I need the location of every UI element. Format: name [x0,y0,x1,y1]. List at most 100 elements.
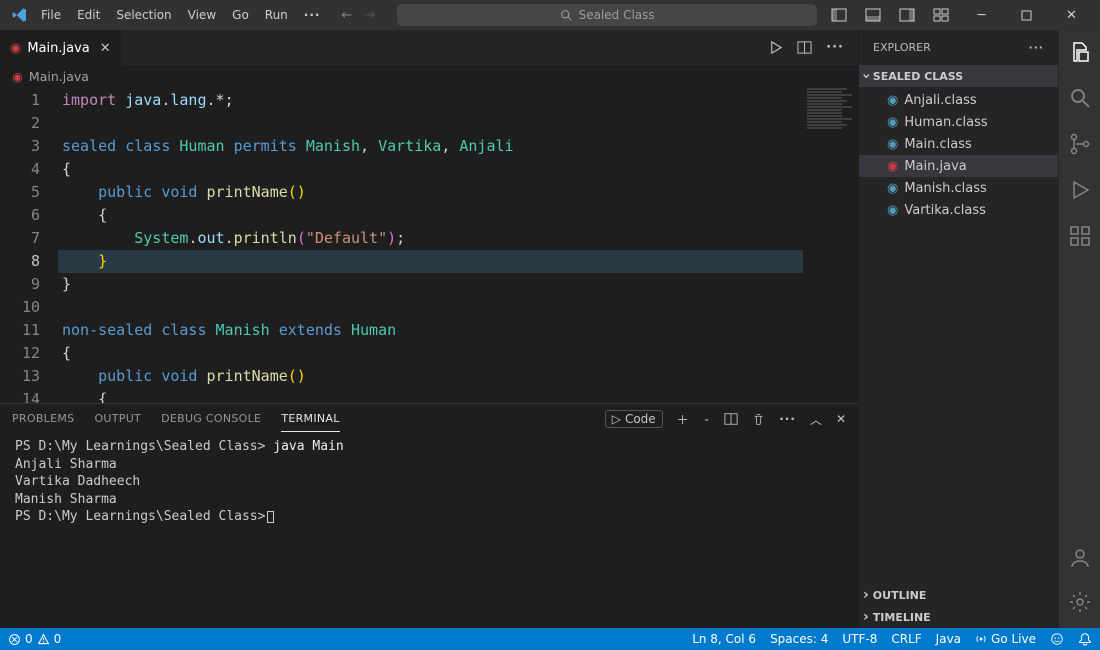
tab-filename: Main.java [27,41,89,56]
panel-tab-terminal[interactable]: TERMINAL [281,406,339,432]
class-file-icon: ◉ [887,115,898,130]
vscode-logo-icon [12,7,28,23]
chevron-right-icon [863,587,869,603]
feedback-icon[interactable] [1050,632,1064,646]
class-file-icon: ◉ [887,203,898,218]
account-icon[interactable] [1068,546,1092,570]
folder-section-header[interactable]: SEALED CLASS [859,65,1058,87]
panel-tab-output[interactable]: OUTPUT [94,406,141,432]
file-label: Manish.class [904,181,986,196]
java-file-icon: ◉ [12,69,23,84]
main-area: ◉ Main.java ✕ ··· ◉ Main.java 1234567891… [0,30,1100,628]
launcher-run-icon: ▷ [612,412,621,426]
editor-tab-bar: ◉ Main.java ✕ ··· [0,30,858,65]
panel-tab-problems[interactable]: PROBLEMS [12,406,74,432]
split-terminal-icon[interactable] [724,412,738,426]
editor-column: ◉ Main.java ✕ ··· ◉ Main.java 1234567891… [0,30,858,628]
terminal-launcher[interactable]: ▷ Code [605,410,663,428]
status-encoding[interactable]: UTF-8 [842,632,877,646]
broadcast-icon [975,633,987,645]
java-file-icon: ◉ [887,159,898,174]
timeline-label: TIMELINE [873,611,931,624]
nav-back-icon[interactable]: ← [341,8,352,23]
command-center-search[interactable]: Sealed Class [397,4,817,26]
nav-forward-icon[interactable]: → [364,8,375,23]
search-icon[interactable] [1068,86,1092,110]
class-file-icon: ◉ [887,137,898,152]
breadcrumb-file: Main.java [29,69,89,84]
extensions-icon[interactable] [1068,224,1092,248]
explorer-more-icon[interactable]: ··· [1028,41,1044,54]
code-content[interactable]: import java.lang.*;sealed class Human pe… [58,87,803,403]
file-item-manish-class[interactable]: ◉ Manish.class [859,177,1058,199]
panel-close-icon[interactable]: ✕ [836,412,846,426]
split-editor-icon[interactable] [797,40,812,55]
status-warnings[interactable]: 0 [37,632,62,646]
editor-tab-main-java[interactable]: ◉ Main.java ✕ [0,30,122,65]
source-control-icon[interactable] [1068,132,1092,156]
status-spaces[interactable]: Spaces: 4 [770,632,828,646]
file-label: Main.class [904,137,971,152]
layout-left-icon[interactable] [831,7,847,23]
search-icon [560,9,573,22]
outline-label: OUTLINE [873,589,927,602]
file-label: Anjali.class [904,93,976,108]
folder-name: SEALED CLASS [873,70,963,83]
status-eol[interactable]: CRLF [891,632,921,646]
terminal-output[interactable]: PS D:\My Learnings\Sealed Class> java Ma… [0,434,858,628]
explorer-title: EXPLORER [873,41,931,54]
breadcrumb[interactable]: ◉ Main.java [0,65,858,87]
files-icon[interactable] [1068,40,1092,64]
line-number-gutter: 1234567891011121314 [0,87,58,403]
launcher-label: Code [625,412,656,426]
bell-icon[interactable] [1078,632,1092,646]
status-go-live[interactable]: Go Live [975,632,1036,646]
run-icon[interactable] [768,40,783,55]
terminal-dropdown-icon[interactable]: ⌄ [703,414,711,424]
panel-more-icon[interactable]: ··· [779,412,796,426]
menu-edit[interactable]: Edit [70,4,107,26]
menu-run[interactable]: Run [258,4,295,26]
tab-close-icon[interactable]: ✕ [100,41,111,56]
minimize-button[interactable]: ─ [959,0,1004,30]
panel-tab-debug-console[interactable]: DEBUG CONSOLE [161,406,261,432]
layout-custom-icon[interactable] [933,7,949,23]
menu-file[interactable]: File [34,4,68,26]
menu-go[interactable]: Go [225,4,256,26]
menu-more-icon[interactable]: ··· [297,4,328,26]
file-item-human-class[interactable]: ◉ Human.class [859,111,1058,133]
menu-view[interactable]: View [181,4,223,26]
trash-icon[interactable] [752,413,765,426]
new-terminal-icon[interactable]: ＋ [677,411,689,428]
gear-icon[interactable] [1068,590,1092,614]
status-errors[interactable]: 0 [8,632,33,646]
file-label: Main.java [904,159,966,174]
bottom-panel: PROBLEMS OUTPUT DEBUG CONSOLE TERMINAL ▷ Co… [0,403,858,628]
code-editor[interactable]: 1234567891011121314 import java.lang.*;s… [0,87,858,403]
explorer-panel: EXPLORER ··· SEALED CLASS ◉Anjali.class◉… [858,30,1058,628]
status-language[interactable]: Java [936,632,961,646]
file-label: Human.class [904,115,987,130]
close-button[interactable]: ✕ [1049,0,1094,30]
layout-bottom-icon[interactable] [865,7,881,23]
status-bar: 0 0 Ln 8, Col 6 Spaces: 4 UTF-8 CRLF Jav… [0,628,1100,650]
run-debug-icon[interactable] [1068,178,1092,202]
activity-bar [1058,30,1100,628]
tab-more-icon[interactable]: ··· [826,40,844,55]
error-icon [8,633,21,646]
timeline-section-header[interactable]: TIMELINE [859,606,1058,628]
file-item-main-java[interactable]: ◉ Main.java [859,155,1058,177]
file-item-main-class[interactable]: ◉ Main.class [859,133,1058,155]
class-file-icon: ◉ [887,93,898,108]
menu-selection[interactable]: Selection [109,4,178,26]
file-item-anjali-class[interactable]: ◉ Anjali.class [859,89,1058,111]
file-item-vartika-class[interactable]: ◉Vartika.class [859,199,1058,221]
panel-maximize-icon[interactable]: ︿ [810,411,822,428]
status-cursor-position[interactable]: Ln 8, Col 6 [692,632,756,646]
outline-section-header[interactable]: OUTLINE [859,584,1058,606]
maximize-button[interactable] [1004,0,1049,30]
chevron-right-icon [863,609,869,625]
class-file-icon: ◉ [887,181,898,196]
layout-right-icon[interactable] [899,7,915,23]
minimap[interactable] [803,87,858,403]
